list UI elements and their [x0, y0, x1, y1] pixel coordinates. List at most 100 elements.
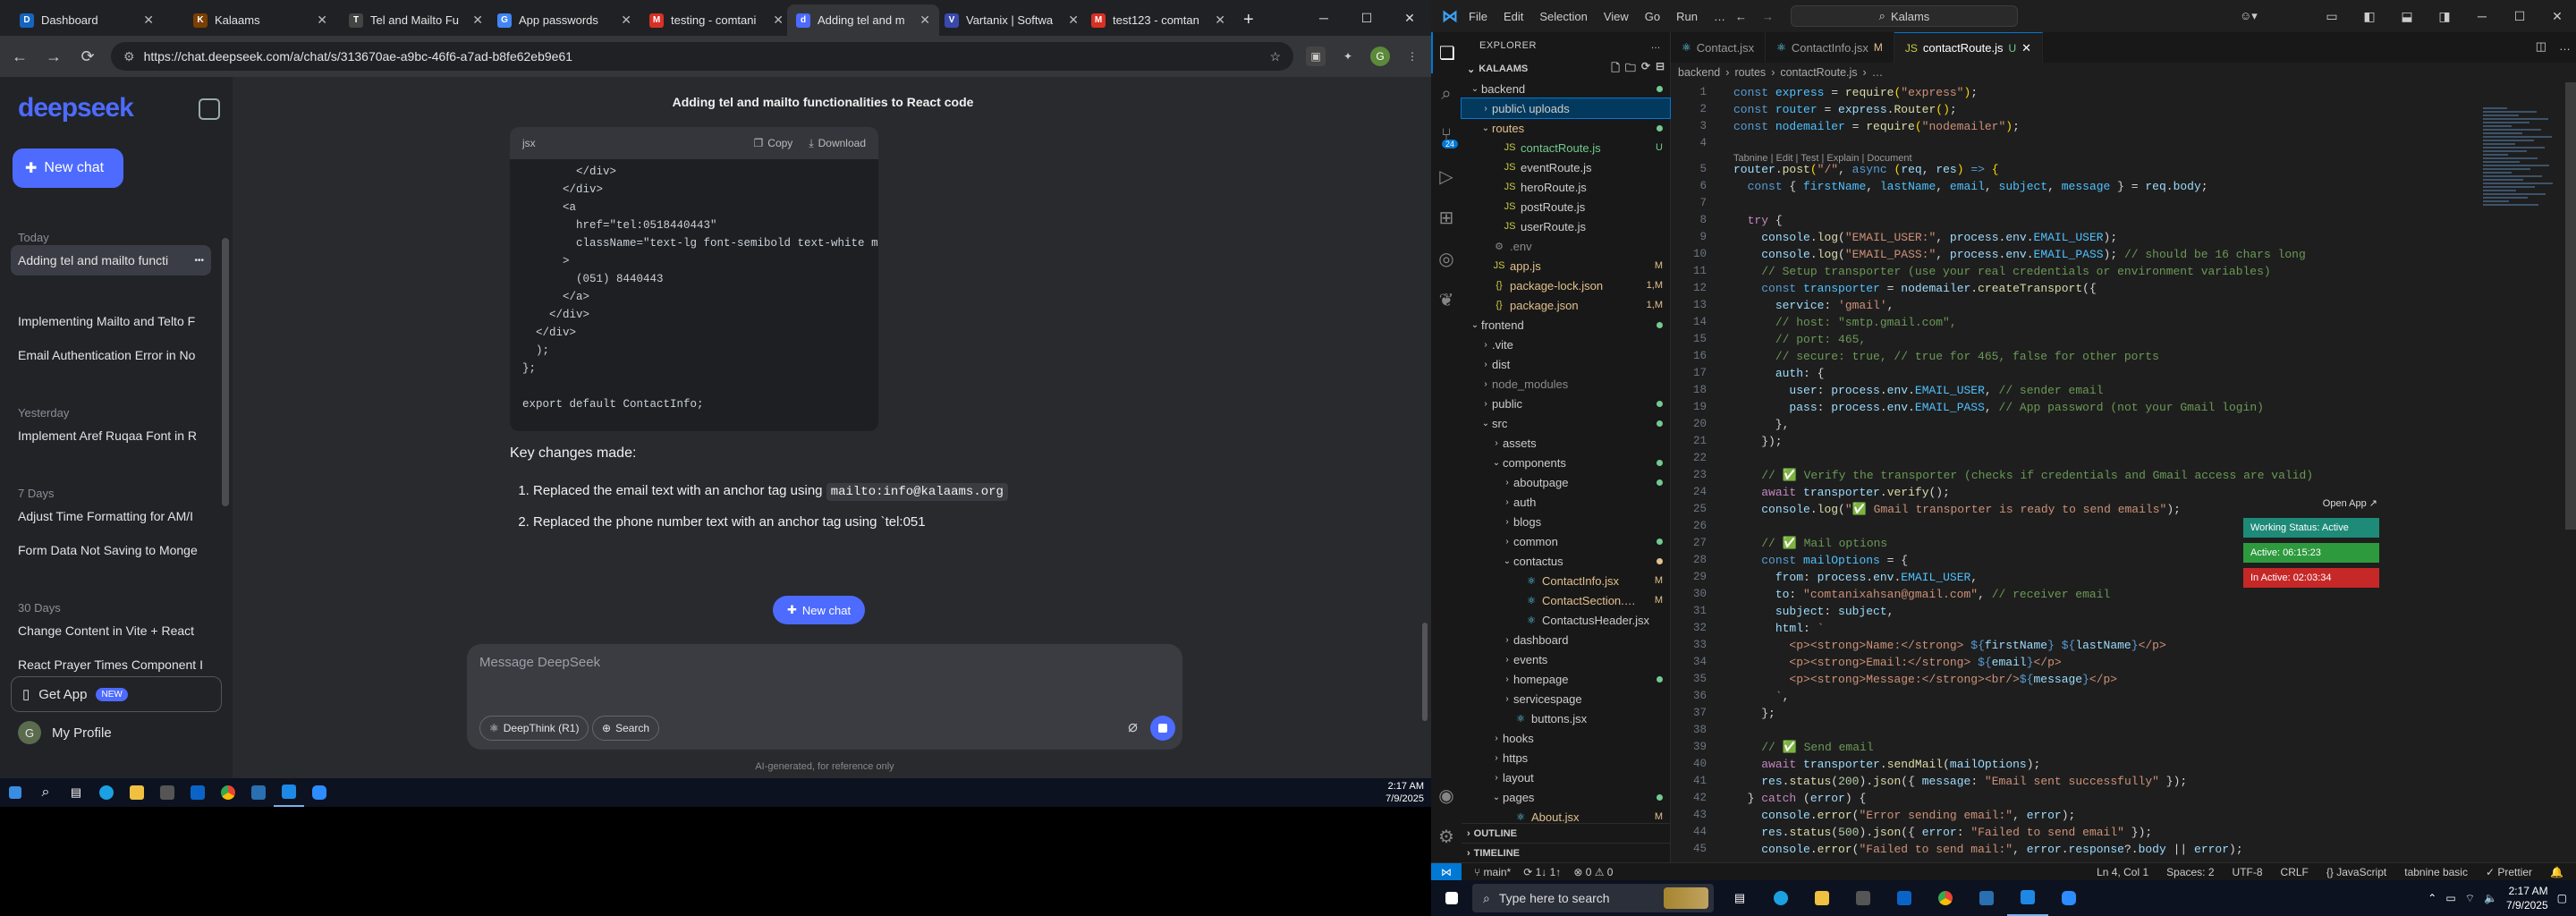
- chat-history-item[interactable]: Implementing Mailto and Telto F: [11, 306, 211, 336]
- windows-start-icon[interactable]: [0, 778, 30, 807]
- new-folder-icon[interactable]: 🗀: [1625, 60, 1636, 79]
- menu-item[interactable]: File: [1469, 10, 1487, 23]
- tree-file[interactable]: ⚛ ContactSection.jsx M: [1462, 590, 1670, 610]
- extensions-puzzle-icon[interactable]: ✦: [1338, 47, 1358, 66]
- store-icon[interactable]: [1843, 880, 1884, 916]
- copy-button[interactable]: ❐ Copy: [754, 137, 793, 149]
- collapse-all-icon[interactable]: ⊟: [1656, 60, 1665, 79]
- search-toggle[interactable]: ⊕ Search: [592, 716, 660, 741]
- tree-folder[interactable]: › common: [1462, 531, 1670, 551]
- new-chat-button[interactable]: ✚ New chat: [13, 148, 123, 188]
- tabnine-codelens[interactable]: Tabnine | Edit | Test | Explain | Docume…: [1733, 153, 1912, 164]
- tab-close-icon[interactable]: ✕: [143, 13, 154, 28]
- chat-history-item[interactable]: Change Content in Vite + React: [11, 615, 211, 646]
- tree-file[interactable]: ⚙ .env: [1462, 236, 1670, 256]
- explorer-icon[interactable]: ❏: [1431, 32, 1462, 73]
- tree-folder[interactable]: › .vite: [1462, 335, 1670, 354]
- more-options-icon[interactable]: •••: [194, 256, 204, 266]
- extension-icon[interactable]: ▣: [1306, 47, 1326, 66]
- get-app-button[interactable]: ▯ Get App NEW: [11, 676, 222, 712]
- main-scrollbar[interactable]: [1422, 623, 1428, 721]
- vscode-icon[interactable]: [274, 778, 304, 807]
- settings-gear-icon[interactable]: ⚙: [1431, 816, 1462, 857]
- tree-file[interactable]: {} package-lock.json 1,M: [1462, 276, 1670, 295]
- stop-send-button[interactable]: [1150, 716, 1175, 741]
- browser-tab[interactable]: K Kalaams ✕: [184, 4, 336, 36]
- address-bar[interactable]: ⚙ https://chat.deepseek.com/a/chat/s/313…: [111, 42, 1293, 71]
- new-file-icon[interactable]: 🗋: [1611, 60, 1620, 79]
- menu-item[interactable]: …: [1714, 10, 1725, 23]
- indentation[interactable]: Spaces: 2: [2166, 866, 2214, 878]
- chat-history-item[interactable]: Email Authentication Error in No: [11, 340, 211, 370]
- account-icon[interactable]: ◉: [1431, 775, 1462, 816]
- tab-close-icon[interactable]: ✕: [621, 13, 631, 28]
- browser-tab[interactable]: Mtest123 - comtan ✕: [1082, 4, 1234, 36]
- tree-file[interactable]: JS postRoute.js: [1462, 197, 1670, 216]
- tab-close-icon[interactable]: ✕: [472, 13, 483, 28]
- sidebar-scrollbar[interactable]: [222, 238, 229, 506]
- outline-section[interactable]: › OUTLINE: [1462, 823, 1671, 843]
- mail-icon[interactable]: [182, 778, 213, 807]
- menu-item[interactable]: Run: [1676, 10, 1698, 23]
- tree-folder[interactable]: › servicespage: [1462, 689, 1670, 708]
- tree-folder[interactable]: ⌄ backend: [1462, 79, 1670, 98]
- sidebar-toggle-icon[interactable]: [199, 98, 220, 120]
- tree-folder[interactable]: ⌄ routes: [1462, 118, 1670, 138]
- minimize-icon[interactable]: ─: [1302, 0, 1345, 36]
- vscode-alt-icon[interactable]: [1966, 880, 2007, 916]
- tree-folder[interactable]: › public\ uploads: [1461, 98, 1671, 119]
- tree-folder[interactable]: ⌄ src: [1462, 413, 1670, 433]
- encoding[interactable]: UTF-8: [2233, 866, 2263, 878]
- more-actions-icon[interactable]: …: [2559, 39, 2571, 54]
- windows-start-icon[interactable]: [1431, 880, 1472, 916]
- breadcrumb-item[interactable]: …: [1872, 66, 1884, 79]
- remote-explorer-icon[interactable]: ◎: [1431, 238, 1462, 279]
- chrome-menu-icon[interactable]: ⋮: [1402, 47, 1422, 66]
- tree-file[interactable]: JS userRoute.js: [1462, 216, 1670, 236]
- search-icon[interactable]: ⌕: [30, 778, 61, 807]
- mongodb-leaf-icon[interactable]: ❦: [1431, 279, 1462, 320]
- notifications-bell-icon[interactable]: 🔔: [2550, 866, 2563, 878]
- run-debug-icon[interactable]: ▷: [1431, 156, 1462, 197]
- close-icon[interactable]: ✕: [1388, 0, 1431, 36]
- menu-item[interactable]: Go: [1645, 10, 1660, 23]
- browser-tab[interactable]: d Adding tel and m ✕: [787, 4, 939, 36]
- editor-scrollbar[interactable]: [2565, 82, 2576, 530]
- download-button[interactable]: ⤓ Download: [809, 137, 866, 150]
- chat-history-item[interactable]: Adjust Time Formatting for AM/I: [11, 501, 211, 531]
- cursor-position[interactable]: Ln 4, Col 1: [2097, 866, 2148, 878]
- refresh-icon[interactable]: ⟳: [1641, 60, 1650, 79]
- tree-file[interactable]: ⚛ ContactusHeader.jsx: [1462, 610, 1670, 630]
- tree-file[interactable]: ⚛ ContactInfo.jsx M: [1462, 571, 1670, 590]
- taskbar-clock[interactable]: 2:17 AM 7/9/2025: [2506, 884, 2548, 912]
- tree-folder[interactable]: ⌄ frontend: [1462, 315, 1670, 335]
- tree-folder[interactable]: › assets: [1462, 433, 1670, 453]
- prettier-status[interactable]: ✓ Prettier: [2486, 866, 2532, 878]
- toggle-sidebar-icon[interactable]: ◧: [2351, 0, 2388, 32]
- tree-folder[interactable]: › public: [1462, 394, 1670, 413]
- attach-paperclip-icon[interactable]: ⌀: [1128, 717, 1138, 736]
- tab-close-icon[interactable]: ✕: [919, 13, 930, 28]
- close-icon[interactable]: ✕: [2538, 0, 2576, 32]
- tree-file[interactable]: JS contactRoute.js U: [1462, 138, 1670, 157]
- tree-file[interactable]: JS eventRoute.js: [1462, 157, 1670, 177]
- site-info-icon[interactable]: ⚙: [123, 49, 135, 64]
- vscode-alt-icon[interactable]: [243, 778, 274, 807]
- browser-tab[interactable]: D Dashboard ✕: [11, 4, 163, 36]
- tab-close-icon[interactable]: ✕: [1068, 13, 1079, 28]
- taskbar-search-box[interactable]: ⌕ Type here to search: [1472, 884, 1714, 912]
- tab-close-icon[interactable]: ✕: [1215, 13, 1225, 28]
- breadcrumb-item[interactable]: backend: [1678, 66, 1720, 79]
- browser-tab[interactable]: G App passwords ✕: [488, 4, 640, 36]
- tree-folder[interactable]: › events: [1462, 649, 1670, 669]
- menu-item[interactable]: Selection: [1539, 10, 1587, 23]
- browser-tab[interactable]: Mtesting - comtani ✕: [640, 4, 792, 36]
- deepthink-toggle[interactable]: ⚛ DeepThink (R1): [479, 716, 589, 741]
- tree-folder[interactable]: ⌄ contactus: [1462, 551, 1670, 571]
- tree-folder[interactable]: ⌄ pages: [1462, 787, 1670, 807]
- volume-icon[interactable]: 🔈: [2484, 892, 2497, 904]
- tabnine-status[interactable]: tabnine basic: [2404, 866, 2468, 878]
- tree-folder[interactable]: › aboutpage: [1462, 472, 1670, 492]
- minimize-icon[interactable]: ─: [2463, 0, 2501, 32]
- battery-icon[interactable]: ▭: [2445, 892, 2455, 904]
